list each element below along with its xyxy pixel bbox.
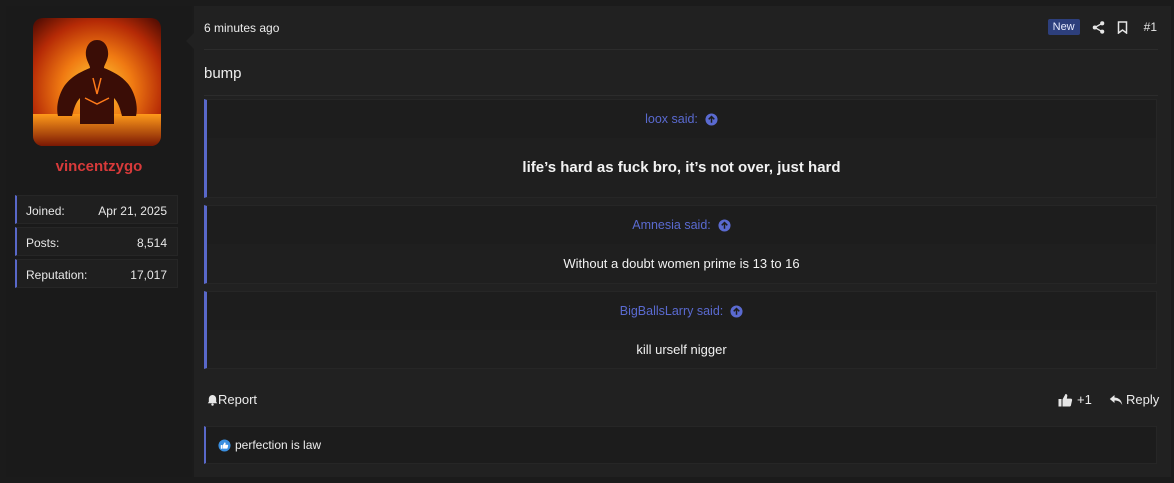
reaction-button[interactable]: +1 bbox=[1058, 392, 1092, 407]
user-sidebar: vincentzygo Joined: Apr 21, 2025 Posts: … bbox=[6, 6, 192, 477]
stat-joined: Joined: Apr 21, 2025 bbox=[15, 195, 178, 224]
bookmark-icon[interactable] bbox=[1117, 20, 1128, 34]
post-number[interactable]: #1 bbox=[1144, 20, 1157, 34]
stat-value: Apr 21, 2025 bbox=[98, 204, 167, 218]
stat-posts: Posts: 8,514 bbox=[15, 227, 178, 256]
quote-body: Without a doubt women prime is 13 to 16 bbox=[207, 244, 1156, 283]
share-icon[interactable] bbox=[1092, 20, 1105, 34]
quote-header[interactable]: Amnesia said: bbox=[207, 206, 1156, 244]
reply-icon bbox=[1109, 394, 1123, 405]
header-divider bbox=[204, 49, 1158, 50]
username[interactable]: vincentzygo bbox=[6, 158, 192, 175]
post-text: bump bbox=[204, 65, 242, 82]
arrow-up-circle-icon[interactable] bbox=[705, 112, 718, 126]
stat-value: 17,017 bbox=[130, 268, 167, 282]
quote-block: loox said: life’s hard as fuck bro, it’s… bbox=[204, 99, 1157, 198]
reply-button[interactable]: Reply bbox=[1109, 392, 1159, 407]
quote-block: BigBallsLarry said: kill urself nigger bbox=[204, 291, 1157, 369]
report-button[interactable]: Report bbox=[207, 392, 257, 407]
thumbs-up-badge-icon bbox=[218, 438, 231, 452]
arrow-up-circle-icon[interactable] bbox=[730, 304, 743, 318]
stat-reputation: Reputation: 17,017 bbox=[15, 259, 178, 288]
stat-label: Posts: bbox=[26, 236, 60, 250]
quote-block: Amnesia said: Without a doubt women prim… bbox=[204, 205, 1157, 284]
post-main: 6 minutes ago New #1 bump loox said: lif… bbox=[194, 6, 1171, 477]
forum-post: vincentzygo Joined: Apr 21, 2025 Posts: … bbox=[6, 6, 1171, 477]
signature: perfection is law bbox=[204, 426, 1157, 464]
quote-body: life’s hard as fuck bro, it’s not over, … bbox=[207, 138, 1156, 197]
quote-header[interactable]: loox said: bbox=[207, 100, 1156, 138]
thumbs-up-icon bbox=[1058, 393, 1073, 406]
post-header-actions: New #1 bbox=[1047, 19, 1157, 35]
reply-label: Reply bbox=[1126, 392, 1160, 407]
reaction-count: +1 bbox=[1077, 392, 1092, 407]
quote-author[interactable]: BigBallsLarry said: bbox=[620, 304, 724, 318]
body-divider bbox=[204, 95, 1158, 96]
stat-value: 8,514 bbox=[136, 236, 167, 250]
report-label: Report bbox=[218, 392, 258, 407]
signature-text: perfection is law bbox=[235, 438, 322, 452]
post-time[interactable]: 6 minutes ago bbox=[204, 21, 279, 35]
quote-author[interactable]: loox said: bbox=[645, 112, 698, 126]
quote-body: kill urself nigger bbox=[207, 330, 1156, 368]
bell-icon bbox=[207, 394, 218, 406]
stat-label: Reputation: bbox=[26, 268, 88, 282]
new-badge: New bbox=[1047, 19, 1080, 35]
stat-label: Joined: bbox=[26, 204, 65, 218]
quote-author[interactable]: Amnesia said: bbox=[632, 218, 711, 232]
user-avatar[interactable] bbox=[33, 18, 161, 146]
quote-header[interactable]: BigBallsLarry said: bbox=[207, 292, 1156, 330]
arrow-up-circle-icon[interactable] bbox=[718, 218, 731, 232]
